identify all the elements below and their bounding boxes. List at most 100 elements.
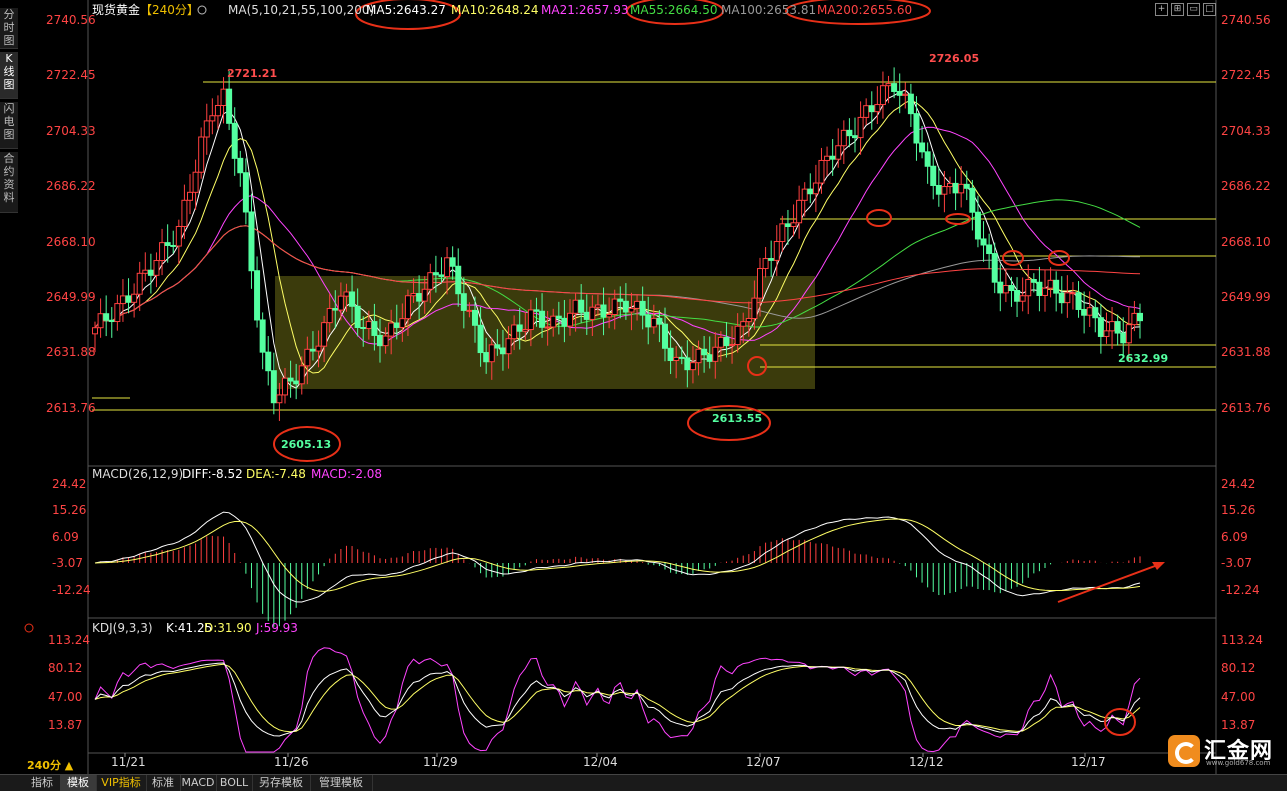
candle-body (315, 345, 322, 352)
bottom-tab-2[interactable]: VIP指标 (96, 775, 147, 791)
sidebar-tab-kline[interactable]: K线图 (0, 52, 18, 99)
maximize-icon[interactable]: □ (1203, 3, 1216, 16)
macd-tick-left: -3.07 (52, 556, 83, 570)
candle-body (947, 182, 953, 188)
candle-body (365, 321, 372, 329)
candle-body (857, 116, 864, 139)
candle-body (455, 265, 462, 295)
candle-body (187, 191, 193, 201)
candle-body (567, 312, 573, 327)
candle-body (980, 238, 987, 246)
bottom-tab-5[interactable]: BOLL (216, 775, 253, 791)
kdj-settings-icon[interactable] (24, 623, 34, 633)
candle-body (896, 90, 903, 96)
date-tick: 11/21 (111, 755, 146, 769)
candle-body (717, 336, 724, 348)
candle-body (242, 172, 249, 213)
candle-body (622, 300, 629, 313)
date-tick: 11/29 (423, 755, 458, 769)
chart-canvas[interactable]: 2721.21 2726.05 2605.13 2613.55 2632.99 … (0, 0, 1287, 790)
candle-body (159, 242, 166, 262)
split-icon[interactable]: ⊞ (1171, 3, 1184, 16)
candle-body (203, 120, 210, 138)
candle-body (1131, 312, 1138, 326)
candle-body (1086, 307, 1093, 316)
candle-body (986, 244, 993, 255)
candle-body (572, 299, 579, 314)
period-indicator[interactable]: 240分 ▲ (27, 757, 73, 773)
candle-body (460, 293, 467, 311)
bottom-tab-6[interactable]: 另存模板 (252, 775, 311, 791)
candle-body (885, 83, 892, 87)
bottom-tab-7[interactable]: 管理模板 (310, 775, 373, 791)
candle-body (678, 356, 685, 359)
candle-body (92, 327, 98, 335)
candle-body (287, 377, 294, 382)
date-tick: 12/04 (583, 755, 618, 769)
candle-body (343, 291, 350, 297)
candle-body (879, 85, 886, 106)
candle-body (164, 242, 171, 246)
minimize-icon[interactable]: ▭ (1187, 3, 1200, 16)
period-tag: 【240分】 (140, 3, 199, 17)
candle-body (1109, 321, 1116, 332)
candle-body (125, 295, 132, 303)
candle-body (824, 155, 831, 161)
bottom-tab-3[interactable]: 标准 (146, 775, 181, 791)
kdj-params: KDJ(9,3,3) (92, 621, 153, 635)
candle-body (1058, 292, 1065, 304)
candle-body (1114, 321, 1121, 334)
candle-body (1125, 324, 1132, 344)
candle-body (393, 322, 400, 328)
candle-body (1103, 330, 1110, 337)
logo-badge-icon (1168, 735, 1200, 767)
candle-body (1047, 279, 1054, 289)
candle-body (220, 88, 227, 107)
kdj-tick-right: 13.87 (1221, 718, 1255, 732)
sidebar-tab-flash[interactable]: 闪电图 (0, 102, 18, 149)
candle-body (421, 288, 428, 302)
candle-body (723, 336, 730, 347)
candle-body (237, 157, 244, 174)
candle-body (740, 321, 747, 327)
bottom-tab-4[interactable]: MACD (180, 775, 217, 791)
candle-body (583, 311, 590, 320)
candle-body (745, 317, 752, 323)
candle-body (175, 225, 182, 247)
candle-body (639, 300, 646, 316)
candle-body (930, 165, 937, 186)
settings-dot-icon[interactable] (197, 5, 207, 15)
date-tick: 11/26 (274, 755, 309, 769)
add-icon[interactable]: + (1155, 3, 1168, 16)
bottom-tab-0[interactable]: 指标 (24, 775, 61, 791)
candle-body (863, 105, 870, 118)
candle-body (941, 186, 948, 195)
instrument-name: 现货黄金 (92, 2, 140, 17)
candle-body (259, 319, 266, 353)
ma100-value: MA100:2653.81 (721, 3, 816, 17)
candle-body (337, 295, 344, 311)
candle-body (265, 351, 272, 372)
candle-body (377, 334, 383, 347)
candle-body (326, 308, 333, 324)
candle-body (1036, 281, 1043, 296)
candle-body (924, 151, 931, 167)
price-tick-left: 2631.88 (46, 345, 96, 359)
candle-body (360, 327, 367, 330)
macd-legend: MACD(26,12,9) DIFF:-8.52 DEA:-7.48 MACD:… (92, 467, 382, 481)
candle-body (689, 362, 696, 371)
candle-body (952, 182, 959, 194)
candle-body (1042, 287, 1048, 296)
sidebar-tab-contract[interactable]: 合约资料 (0, 152, 18, 213)
candle-body (852, 135, 858, 139)
candle-body (438, 274, 445, 278)
macd-tick-left: 15.26 (52, 503, 86, 517)
candle-body (645, 314, 652, 328)
bottom-tab-1[interactable]: 模板 (60, 775, 97, 791)
sidebar-tab-timeshare[interactable]: 分时图 (0, 8, 18, 49)
candle-body (349, 291, 356, 307)
candle-body (729, 344, 736, 347)
candle-body (404, 295, 411, 320)
candle-body (399, 318, 406, 328)
macd-tick-left: -12.24 (52, 583, 91, 597)
